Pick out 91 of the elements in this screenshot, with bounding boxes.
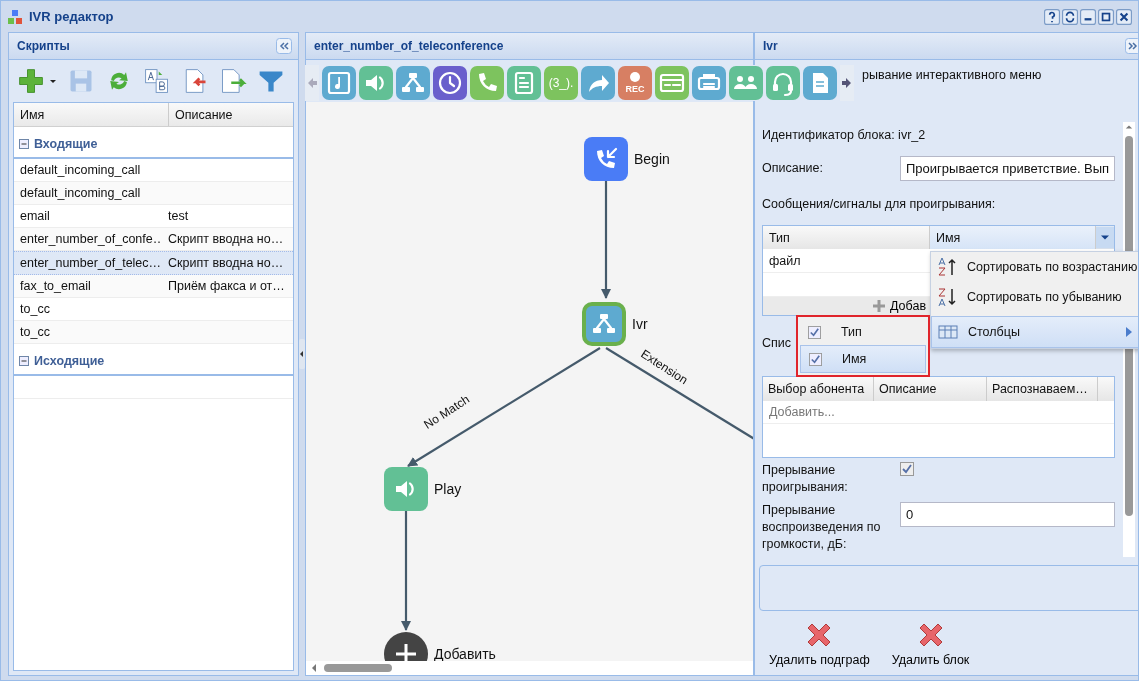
palette-block-button[interactable] bbox=[729, 66, 763, 100]
checkbox[interactable] bbox=[900, 462, 914, 476]
sort-descending-icon bbox=[937, 287, 957, 307]
node-label: Play bbox=[434, 481, 462, 497]
column-header[interactable]: Описание bbox=[169, 103, 233, 126]
refresh-icon[interactable] bbox=[1062, 8, 1078, 25]
flow-node[interactable] bbox=[584, 137, 628, 181]
scroll-left-icon[interactable] bbox=[305, 65, 319, 101]
add-button[interactable]: Добав bbox=[873, 297, 927, 315]
volume-field[interactable]: 0 bbox=[900, 502, 1116, 527]
help-icon[interactable] bbox=[1044, 8, 1060, 25]
table-cell-text: Скрипт вводна но… bbox=[167, 232, 284, 246]
collapse-toggle-icon[interactable] bbox=[19, 356, 29, 366]
script-row[interactable]: default_incoming_call bbox=[14, 182, 293, 205]
palette-block-button[interactable] bbox=[581, 66, 615, 100]
table-cell-text: to_cc bbox=[19, 302, 51, 316]
panel-title: Ivr bbox=[763, 39, 778, 53]
flow-node[interactable] bbox=[582, 302, 626, 346]
close-icon[interactable] bbox=[1116, 8, 1132, 25]
checkbox[interactable] bbox=[809, 352, 822, 366]
delete-button[interactable]: Удалить подграф bbox=[767, 619, 872, 669]
rename-icon[interactable] bbox=[143, 67, 171, 95]
node-label: Ivr bbox=[632, 316, 648, 332]
palette-block-button[interactable] bbox=[359, 66, 393, 100]
scroll-left-icon[interactable] bbox=[310, 663, 318, 673]
collapse-right-icon[interactable] bbox=[1125, 38, 1138, 54]
splitter-handle-icon[interactable] bbox=[299, 339, 305, 369]
checkbox[interactable] bbox=[808, 325, 821, 339]
table-cell-text: default_incoming_call bbox=[19, 186, 142, 200]
table-cell-text: enter_number_of_telec… bbox=[19, 256, 162, 270]
node-label: Begin bbox=[634, 151, 670, 167]
block-id-text: Идентификатор блока: ivr_2 bbox=[762, 127, 927, 144]
window-title: IVR редактор bbox=[29, 9, 114, 24]
column-header[interactable]: Имя bbox=[14, 103, 169, 126]
table-cell-text: файл bbox=[768, 253, 801, 268]
palette-block-button[interactable] bbox=[396, 66, 430, 100]
panel-title: Скрипты bbox=[17, 39, 70, 53]
field-label: Прерывание воспроизведения по громкости, дБ: bbox=[762, 502, 882, 553]
export-file-icon[interactable] bbox=[219, 67, 247, 95]
app-logo-icon bbox=[7, 8, 23, 25]
column-menu-caret-icon[interactable] bbox=[1096, 226, 1115, 249]
table-cell-text: default_incoming_call bbox=[19, 163, 142, 177]
table-cell-text: fax_to_email bbox=[19, 279, 92, 293]
node-label: Добавить bbox=[434, 646, 496, 661]
column-header[interactable]: Имя bbox=[930, 226, 1097, 249]
menu-item[interactable]: Сортировать по возрастанию bbox=[931, 252, 1138, 282]
palette-block-button[interactable] bbox=[433, 66, 467, 100]
submenu-arrow-icon bbox=[1126, 327, 1132, 337]
table-cell-text: test bbox=[167, 209, 189, 223]
table-cell-text: email bbox=[19, 209, 51, 223]
field-label: Прерывание проигрывания: bbox=[762, 462, 849, 496]
columns-icon bbox=[938, 322, 958, 342]
palette-block-button[interactable] bbox=[470, 66, 504, 100]
horizontal-scrollbar[interactable] bbox=[324, 664, 392, 672]
flow-node[interactable] bbox=[384, 467, 428, 511]
record-dot-icon bbox=[630, 72, 640, 82]
panel-title: enter_number_of_teleconference bbox=[314, 39, 504, 53]
column-header[interactable]: Распознаваем… bbox=[987, 377, 1098, 401]
group-header[interactable]: Исходящие bbox=[34, 354, 105, 368]
field-label: Сообщения/сигналы для проигрывания: bbox=[762, 196, 997, 213]
section-heading: рывание интерактивного меню bbox=[862, 68, 1042, 84]
palette-block-button[interactable] bbox=[766, 66, 800, 100]
menu-item[interactable]: Сортировать по убыванию bbox=[931, 282, 1138, 312]
caret-icon[interactable] bbox=[49, 77, 57, 85]
group-header[interactable]: Входящие bbox=[34, 137, 98, 151]
script-row[interactable]: to_cc bbox=[14, 321, 293, 344]
maximize-icon[interactable] bbox=[1098, 8, 1114, 25]
minimize-icon[interactable] bbox=[1080, 8, 1096, 25]
palette-block-button[interactable] bbox=[655, 66, 689, 100]
script-row[interactable]: fax_to_email Приём факса и от… bbox=[14, 275, 293, 298]
menu-item[interactable]: Столбцы bbox=[931, 316, 1138, 348]
sort-ascending-icon bbox=[937, 257, 957, 277]
delete-button[interactable]: Удалить блок bbox=[889, 619, 972, 669]
table-cell-text: Скрипт вводна но… bbox=[167, 256, 284, 270]
field-label: Спис bbox=[762, 335, 792, 350]
menu-item[interactable]: Тип bbox=[800, 319, 926, 345]
table-cell-text: enter_number_of_confe… bbox=[19, 232, 162, 246]
plus-icon bbox=[873, 300, 885, 312]
collapse-toggle-icon[interactable] bbox=[19, 139, 29, 149]
script-row[interactable]: enter_number_of_telec… Скрипт вводна но… bbox=[14, 251, 293, 275]
collapse-left-icon[interactable] bbox=[276, 38, 292, 54]
script-row[interactable]: enter_number_of_confe… Скрипт вводна но… bbox=[14, 228, 293, 251]
table-cell-text: Приём факса и от… bbox=[167, 279, 285, 293]
add-row-placeholder[interactable]: Добавить... bbox=[763, 401, 1115, 424]
description-field[interactable]: Проигрывается приветствие. Вып bbox=[900, 156, 1116, 181]
palette-block-button[interactable] bbox=[692, 66, 726, 100]
table-cell-text: to_cc bbox=[19, 325, 51, 339]
field-label: Описание: bbox=[762, 160, 824, 177]
menu-item[interactable]: Имя bbox=[800, 345, 926, 373]
palette-block-button[interactable] bbox=[322, 66, 356, 100]
scroll-right-icon[interactable] bbox=[840, 65, 854, 101]
